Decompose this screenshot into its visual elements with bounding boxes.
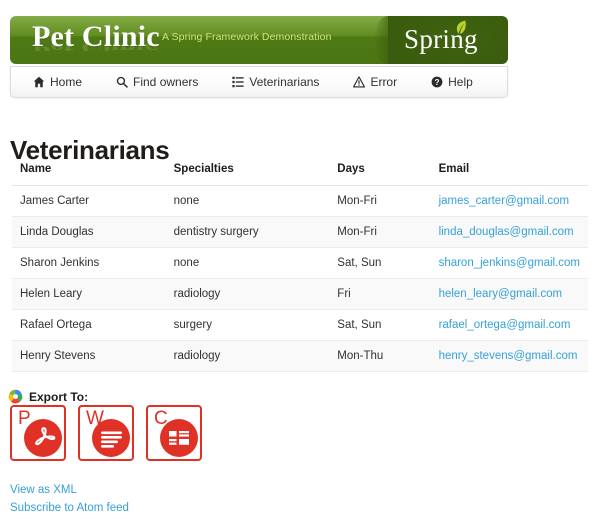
cell-name: Henry Stevens <box>12 340 166 372</box>
cell-name: Linda Douglas <box>12 216 166 248</box>
cell-days: Fri <box>329 278 431 310</box>
table-row: Helen Leary radiology Fri helen_leary@gm… <box>12 278 588 310</box>
column-header-email: Email <box>430 160 588 186</box>
site-tagline: A Spring Framework Demonstration <box>162 31 332 43</box>
nav-item-error[interactable]: Error <box>353 75 397 89</box>
cell-name: Helen Leary <box>12 278 166 310</box>
nav-item-find-owners-label: Find owners <box>133 75 199 89</box>
export-buttons: P W C <box>10 405 202 461</box>
nav-item-home-label: Home <box>50 75 83 89</box>
site-header: Pet Clinic Pet Clinic A Spring Framework… <box>10 16 508 64</box>
table-row: Rafael Ortega surgery Sat, Sun rafael_or… <box>12 309 588 341</box>
nav-list: Home Find owners Veterinarians Error ? H… <box>11 67 507 97</box>
footer-links: View as XML Subscribe to Atom feed <box>10 481 129 517</box>
cell-name: Sharon Jenkins <box>12 247 166 279</box>
email-link[interactable]: helen_leary@gmail.com <box>439 288 563 300</box>
cell-specialties: radiology <box>165 340 330 372</box>
search-icon <box>116 76 128 88</box>
spring-logo: Spring <box>374 16 508 64</box>
warning-triangle-icon <box>353 76 366 88</box>
spiral-export-icon <box>8 389 23 404</box>
leaf-icon <box>456 20 466 34</box>
nav-item-veterinarians[interactable]: Veterinarians <box>232 75 319 89</box>
site-brand: Pet Clinic <box>32 20 160 53</box>
nav-item-find-owners[interactable]: Find owners <box>116 75 198 89</box>
cell-days: Sat, Sun <box>329 309 431 341</box>
email-link[interactable]: rafael_ortega@gmail.com <box>439 319 571 331</box>
cell-name: James Carter <box>12 185 166 217</box>
nav-item-veterinarians-label: Veterinarians <box>249 75 320 89</box>
email-link[interactable]: linda_douglas@gmail.com <box>439 226 574 238</box>
cell-email: james_carter@gmail.com <box>430 185 588 217</box>
header-banner: Pet Clinic Pet Clinic A Spring Framework… <box>10 16 508 64</box>
email-link[interactable]: sharon_jenkins@gmail.com <box>439 257 580 269</box>
email-link[interactable]: henry_stevens@gmail.com <box>439 350 578 362</box>
document-lines-glyph <box>101 431 122 448</box>
view-as-xml-link[interactable]: View as XML <box>10 481 129 499</box>
home-icon <box>33 76 45 88</box>
svg-text:?: ? <box>435 78 440 87</box>
list-icon <box>232 76 245 88</box>
export-label: Export To: <box>29 389 89 404</box>
cell-email: linda_douglas@gmail.com <box>430 216 588 248</box>
export-pdf-icon[interactable]: P <box>10 405 66 461</box>
cell-days: Sat, Sun <box>329 247 431 279</box>
question-circle-icon: ? <box>431 76 443 88</box>
spring-logo-text: Spring <box>404 24 478 54</box>
cell-email: henry_stevens@gmail.com <box>430 340 588 372</box>
table-header-row: Name Specialties Days Email <box>12 160 588 186</box>
nav-item-error-label: Error <box>370 75 398 89</box>
export-csv-icon[interactable]: C <box>146 405 202 461</box>
cell-days: Mon-Fri <box>329 216 431 248</box>
nav-item-help-label: Help <box>448 75 473 89</box>
cell-specialties: surgery <box>165 309 330 341</box>
main-navigation: Home Find owners Veterinarians Error ? H… <box>10 66 508 98</box>
table-head: Name Specialties Days Email <box>12 160 588 186</box>
table-row: Sharon Jenkins none Sat, Sun sharon_jenk… <box>12 247 588 279</box>
nav-item-home[interactable]: Home <box>33 75 82 89</box>
cell-name: Rafael Ortega <box>12 309 166 341</box>
pdf-swirl-glyph <box>35 427 56 446</box>
table-grid-glyph <box>169 431 189 445</box>
cell-days: Mon-Thu <box>329 340 431 372</box>
cell-email: sharon_jenkins@gmail.com <box>430 247 588 279</box>
column-header-specialties: Specialties <box>165 160 330 186</box>
cell-email: rafael_ortega@gmail.com <box>430 309 588 341</box>
veterinarians-table: Name Specialties Days Email James Carter… <box>12 160 588 372</box>
column-header-name: Name <box>12 160 166 186</box>
export-word-icon[interactable]: W <box>78 405 134 461</box>
nav-item-help[interactable]: ? Help <box>431 75 473 89</box>
cell-days: Mon-Fri <box>329 185 431 217</box>
table-row: James Carter none Mon-Fri james_carter@g… <box>12 185 588 217</box>
column-header-days: Days <box>329 160 431 186</box>
table-body: James Carter none Mon-Fri james_carter@g… <box>12 185 588 372</box>
cell-specialties: dentistry surgery <box>165 216 330 248</box>
export-section-header: Export To: <box>8 389 88 404</box>
cell-specialties: none <box>165 247 330 279</box>
cell-email: helen_leary@gmail.com <box>430 278 588 310</box>
cell-specialties: radiology <box>165 278 330 310</box>
table-row: Henry Stevens radiology Mon-Thu henry_st… <box>12 340 588 372</box>
atom-feed-link[interactable]: Subscribe to Atom feed <box>10 499 129 517</box>
table-row: Linda Douglas dentistry surgery Mon-Fri … <box>12 216 588 248</box>
email-link[interactable]: james_carter@gmail.com <box>439 195 570 207</box>
cell-specialties: none <box>165 185 330 217</box>
